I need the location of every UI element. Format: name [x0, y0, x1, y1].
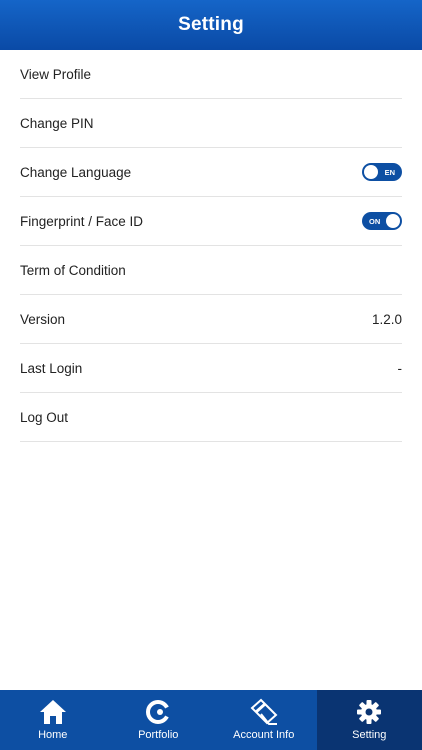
fingerprint-toggle[interactable]: ON	[362, 212, 402, 230]
settings-item-label: Last Login	[20, 360, 83, 376]
settings-item-change-pin[interactable]: Change PIN	[20, 99, 402, 148]
tab-home[interactable]: Home	[0, 690, 106, 750]
settings-item-fingerprint: Fingerprint / Face ID ON	[20, 197, 402, 246]
settings-item-last-login: Last Login -	[20, 344, 402, 393]
toggle-text: ON	[369, 216, 381, 226]
settings-item-logout[interactable]: Log Out	[20, 393, 402, 442]
tab-setting[interactable]: Setting	[316, 690, 422, 750]
language-toggle[interactable]: EN	[362, 163, 402, 181]
home-icon	[38, 698, 68, 726]
settings-item-label: Change PIN	[20, 115, 94, 131]
tab-bar: Home Portfolio Account Info Setting	[0, 690, 422, 750]
header: Setting	[0, 0, 422, 50]
page-title: Setting	[178, 14, 244, 35]
tab-label: Setting	[352, 729, 387, 741]
portfolio-icon	[143, 698, 173, 726]
gear-icon	[354, 698, 384, 726]
settings-item-label: Term of Condition	[20, 262, 126, 278]
settings-list: View Profile Change PIN Change Language …	[20, 50, 402, 442]
settings-item-label: Version	[20, 311, 66, 327]
toggle-knob	[364, 165, 378, 179]
settings-item-label: Change Language	[20, 164, 132, 180]
tab-label: Home	[38, 729, 68, 741]
tab-label: Account Info	[233, 729, 295, 741]
last-login-value: -	[397, 360, 403, 376]
card-icon	[249, 698, 279, 726]
settings-item-label: View Profile	[20, 66, 92, 82]
toggle-text: EN	[384, 167, 395, 177]
settings-item-view-profile[interactable]: View Profile	[20, 50, 402, 99]
settings-item-term[interactable]: Term of Condition	[20, 246, 402, 295]
settings-item-version: Version 1.2.0	[20, 295, 402, 344]
settings-item-change-language: Change Language EN	[20, 148, 402, 197]
settings-item-label: Fingerprint / Face ID	[20, 213, 144, 229]
toggle-knob	[386, 214, 400, 228]
settings-item-label: Log Out	[20, 409, 69, 425]
version-value: 1.2.0	[371, 311, 402, 327]
tab-account-info[interactable]: Account Info	[211, 690, 317, 750]
tab-portfolio[interactable]: Portfolio	[106, 690, 212, 750]
tab-label: Portfolio	[138, 729, 179, 741]
